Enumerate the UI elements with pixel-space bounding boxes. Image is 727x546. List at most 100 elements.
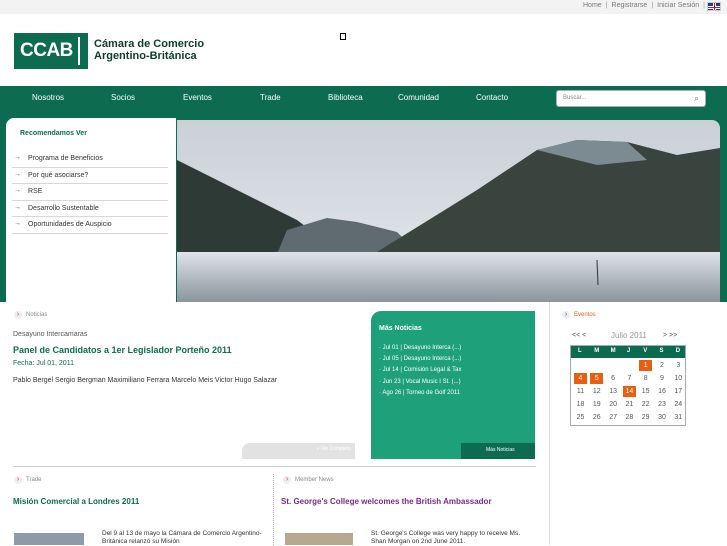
more-news-item[interactable]: · Ago 26 | Torneo de Golf 2011 [379, 390, 462, 401]
sidebar-item-asociarse[interactable]: Por qué asociarse? [12, 168, 168, 184]
news-section-label: › Noticias [14, 311, 47, 319]
calendar-day[interactable]: 4 [574, 373, 587, 384]
home-link[interactable]: Home [583, 2, 602, 9]
recommended-sidebar: Recomendamos Ver Programa de Beneficios … [6, 118, 176, 302]
login-link[interactable]: Iniciar Sesión [657, 2, 699, 9]
trade-thumbnail[interactable] [14, 533, 84, 545]
news-category: Desayuno Intercamaras [13, 331, 88, 338]
calendar-day[interactable]: 29 [639, 412, 652, 423]
nav-item-eventos[interactable]: Eventos [183, 93, 212, 102]
weekday-label: D [675, 348, 681, 354]
text-cursor-icon [340, 33, 346, 40]
top-links: Home | Registrarse | Iniciar Sesión | [583, 2, 705, 9]
more-news-item[interactable]: · Jul 01 | Desayuno Interca (...) [379, 345, 462, 356]
weekday-label: J [626, 348, 631, 354]
calendar-day[interactable]: 2 [656, 360, 669, 371]
more-news-item[interactable]: · Jun 23 | Vocal Music I St. (...) [379, 379, 462, 390]
more-news-heading: Más Noticias [379, 325, 422, 332]
calendar-day[interactable]: 18 [574, 399, 587, 410]
register-link[interactable]: Registrarse [612, 2, 648, 9]
events-label: › Eventos [562, 311, 596, 319]
section-divider [13, 466, 536, 467]
search-icon[interactable]: ⌕ [694, 93, 699, 104]
member-news-title[interactable]: St. George's College welcomes the Britis… [281, 497, 492, 506]
member-news-thumbnail[interactable] [285, 533, 353, 545]
more-news-box: Más Noticias · Jul 01 | Desayuno Interca… [371, 311, 535, 459]
calendar-weekdays: LMMJVSD [571, 346, 685, 358]
member-news-label: › Member News [283, 476, 334, 484]
calendar-day[interactable]: 26 [590, 412, 603, 423]
logo-mark[interactable]: CCAB [14, 33, 88, 69]
logo-text[interactable]: Cámara de Comercio Argentino-Británica [94, 38, 204, 62]
nav-item-comunidad[interactable]: Comunidad [398, 93, 439, 102]
read-more-bar[interactable]: » Ver Completo [242, 443, 355, 459]
weekday-label: S [659, 348, 664, 354]
calendar-day[interactable]: 6 [607, 373, 620, 384]
more-news-footer[interactable]: Más Noticias [461, 443, 535, 459]
trade-section-label: › Trade [14, 476, 41, 484]
calendar-day[interactable]: 17 [672, 386, 685, 397]
trade-text: Del 9 al 13 de mayo la Cámara de Comerci… [102, 530, 262, 545]
calendar-day[interactable]: 13 [607, 386, 620, 397]
sidebar-item-desarrollo[interactable]: Desarrollo Sustentable [12, 201, 168, 217]
nav-item-trade[interactable]: Trade [260, 93, 281, 102]
calendar-day[interactable]: 25 [574, 412, 587, 423]
calendar-day[interactable]: 28 [623, 412, 636, 423]
nav-item-contacto[interactable]: Contacto [476, 93, 508, 102]
arrow-icon: › [14, 476, 22, 484]
calendar-day[interactable]: 20 [607, 399, 620, 410]
calendar-day[interactable]: 10 [672, 373, 685, 384]
nav-item-socios[interactable]: Socios [111, 93, 135, 102]
calendar-day[interactable]: 16 [656, 386, 669, 397]
calendar-day[interactable]: 7 [623, 373, 636, 384]
calendar-day[interactable]: 1 [639, 360, 653, 371]
calendar-day[interactable]: 12 [590, 386, 603, 397]
news-body: Pablo Bergel Sergio Bergman Maximiliano … [13, 377, 278, 384]
calendar-day[interactable]: 23 [656, 399, 669, 410]
more-news-link[interactable]: Más Noticias [486, 447, 515, 453]
arrow-icon: › [283, 476, 291, 484]
trade-title[interactable]: Misión Comercial a Londres 2011 [13, 497, 139, 506]
news-date: Fecha: Jul 01, 2011 [13, 360, 74, 367]
calendar-next[interactable]: > >> [663, 332, 677, 339]
calendar-month: Julio 2011 [611, 331, 647, 340]
nav-item-biblioteca[interactable]: Biblioteca [328, 93, 363, 102]
calendar-day[interactable]: 19 [590, 399, 603, 410]
nav-item-nosotros[interactable]: Nosotros [32, 93, 64, 102]
sidebar-heading: Recomendamos Ver [20, 130, 87, 137]
calendar-prev[interactable]: << < [572, 332, 586, 339]
column-divider [273, 474, 274, 545]
calendar-day[interactable]: 27 [607, 412, 620, 423]
calendar-day[interactable]: 3 [672, 360, 685, 371]
weekday-label: M [610, 348, 616, 354]
logo-line-2: Argentino-Británica [94, 50, 197, 62]
read-more-link[interactable]: » Ver Completo [317, 446, 351, 452]
weekday-label: M [594, 348, 600, 354]
news-title[interactable]: Panel de Candidatos a 1er Legislador Por… [13, 345, 232, 355]
search-input[interactable]: Buscar... ⌕ [556, 90, 706, 107]
hero-image [177, 120, 720, 302]
calendar-day[interactable]: 30 [656, 412, 669, 423]
calendar-day[interactable]: 21 [623, 399, 636, 410]
more-news-item[interactable]: · Jul 14 | Comisión Legal & Tax [379, 367, 462, 378]
search-placeholder: Buscar... [563, 95, 587, 101]
calendar-day[interactable]: 11 [574, 386, 587, 397]
calendar-day[interactable]: 8 [639, 373, 652, 384]
sidebar-item-auspicio[interactable]: Oportunidades de Auspicio [12, 217, 168, 234]
logo-line-1: Cámara de Comercio [94, 38, 205, 50]
calendar-day[interactable]: 24 [672, 399, 685, 410]
calendar-day[interactable]: 31 [672, 412, 685, 423]
uk-flag-icon[interactable] [707, 2, 721, 11]
weekday-label: L [578, 348, 582, 354]
more-news-item[interactable]: · Jul 05 | Desayuno Interca (...) [379, 356, 462, 367]
calendar-day[interactable]: 5 [590, 373, 604, 384]
calendar-day[interactable]: 22 [639, 399, 652, 410]
sidebar-item-rse[interactable]: RSE [12, 184, 168, 201]
top-utility-bar: Home | Registrarse | Iniciar Sesión | [0, 0, 727, 14]
member-news-text: St. George's College was very happy to r… [371, 530, 521, 545]
logo-divider [78, 37, 80, 65]
calendar-day[interactable]: 9 [656, 373, 669, 384]
calendar-day[interactable]: 14 [622, 386, 636, 397]
sidebar-item-beneficios[interactable]: Programa de Beneficios [12, 151, 168, 168]
calendar-day[interactable]: 15 [639, 386, 652, 397]
